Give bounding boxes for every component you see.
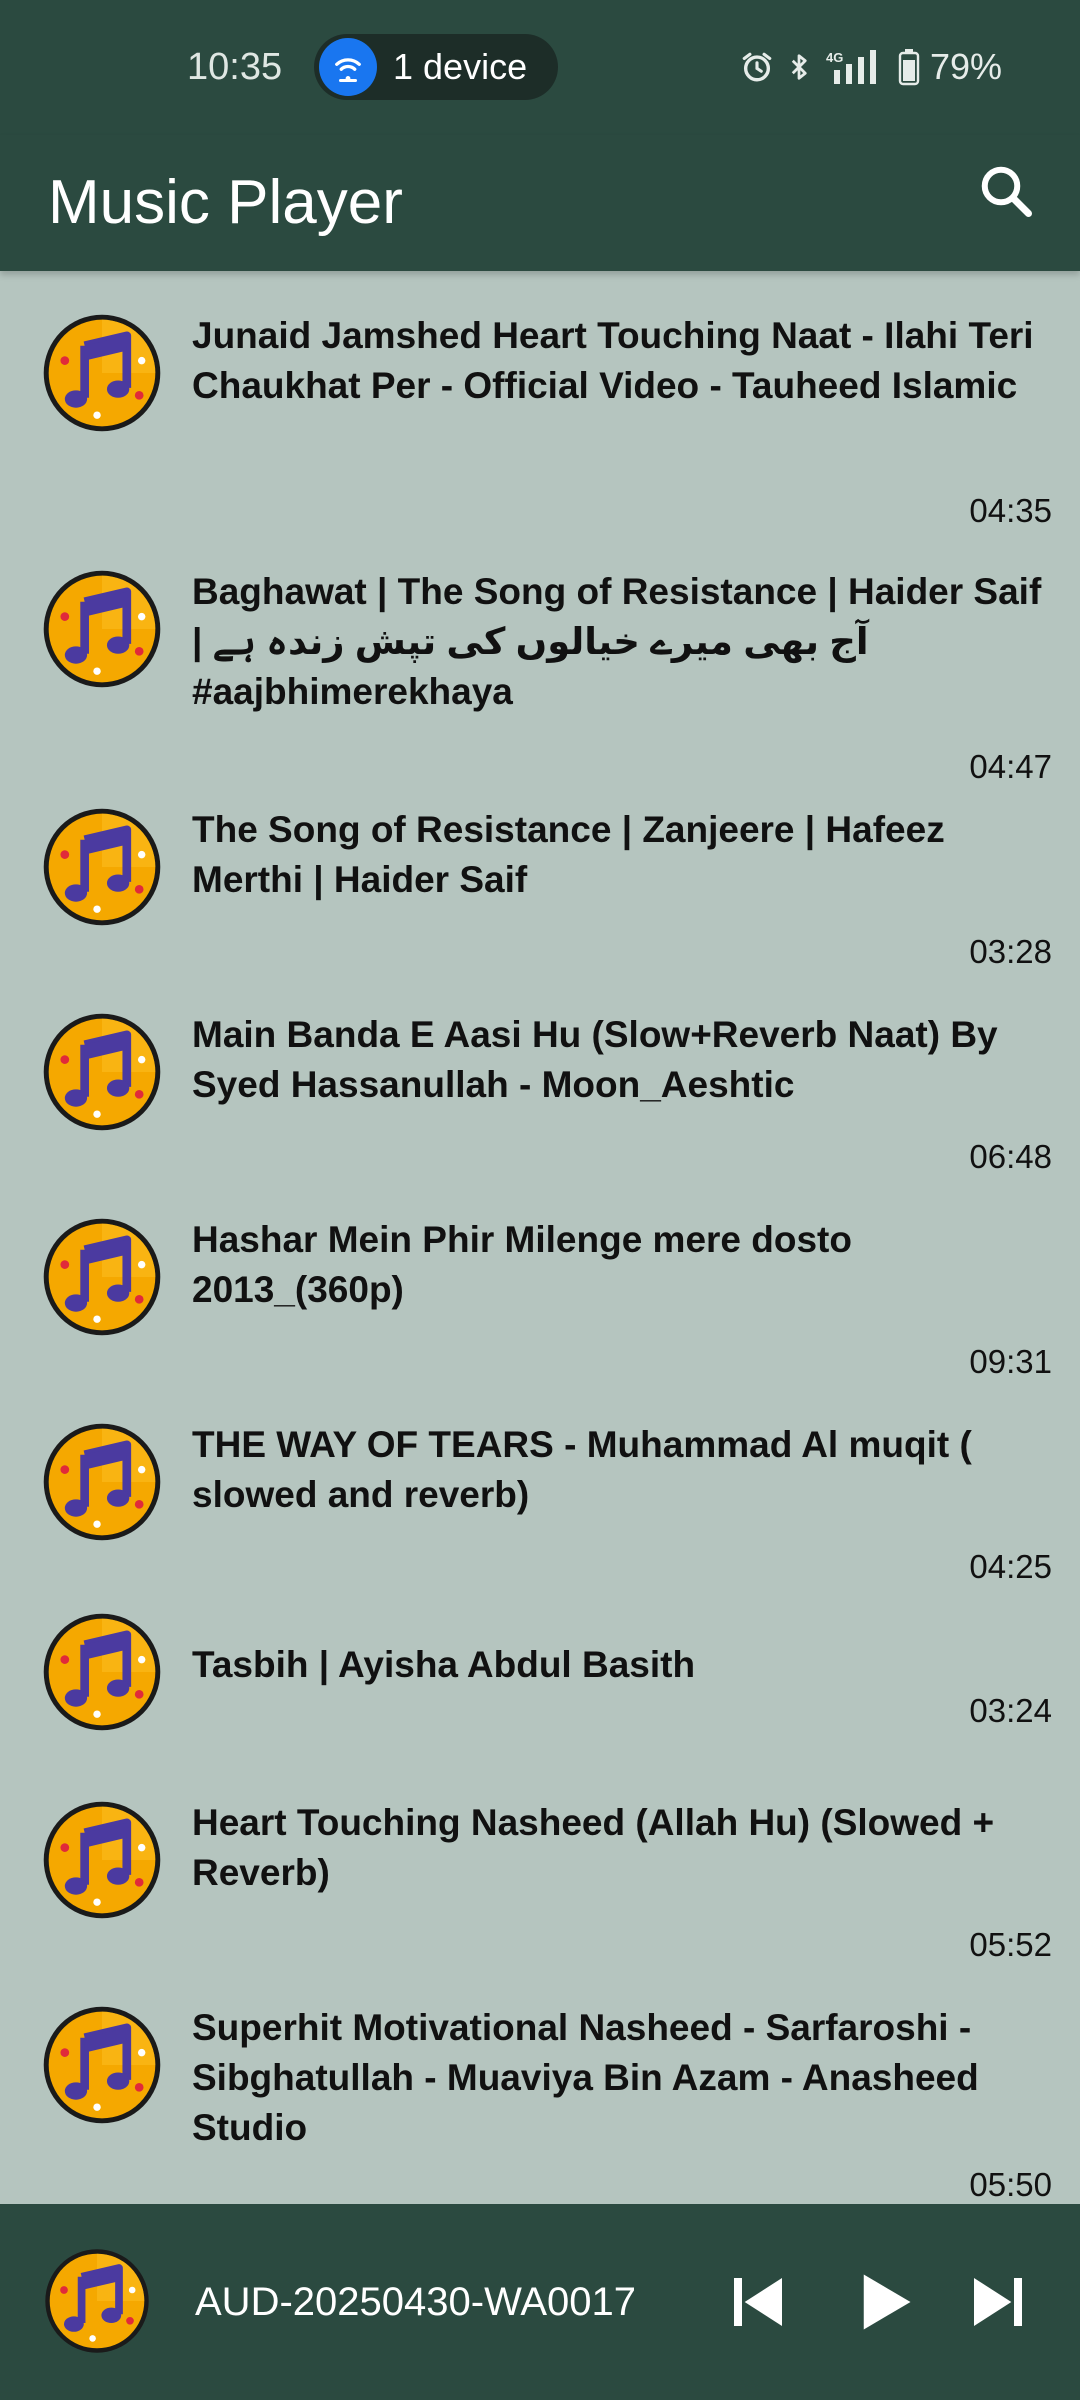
wifi-device-icon: [319, 38, 377, 96]
now-playing-bar[interactable]: AUD-20250430-WA0017: [0, 2204, 1080, 2400]
music-note-icon: [40, 567, 164, 691]
song-duration: 05:52: [969, 1926, 1052, 1963]
play-icon: [863, 2274, 911, 2330]
music-note-icon: [40, 1215, 164, 1339]
music-note-icon: [40, 311, 164, 435]
song-title: Main Banda E Aasi Hu (Slow+Reverb Naat) …: [192, 1014, 998, 1105]
song-duration: 06:48: [969, 1138, 1052, 1175]
song-title: Baghawat | The Song of Resistance | Haid…: [192, 571, 1042, 712]
song-list[interactable]: Junaid Jamshed Heart Touching Naat - Ila…: [0, 271, 1080, 2204]
song-title: Superhit Motivational Nasheed - Sarfaros…: [192, 2007, 979, 2148]
next-icon: [974, 2278, 1022, 2326]
song-title: The Song of Resistance | Zanjeere | Hafe…: [192, 809, 945, 900]
search-button[interactable]: [970, 155, 1042, 227]
previous-icon: [734, 2278, 782, 2326]
music-note-icon: [40, 1610, 164, 1734]
battery-icon: [898, 49, 920, 86]
song-title: Hashar Mein Phir Milenge mere dosto 2013…: [192, 1219, 852, 1310]
status-icons: 4G 79%: [740, 44, 1002, 90]
song-duration: 03:24: [969, 1692, 1052, 1729]
song-duration: 04:47: [969, 748, 1052, 785]
app-bar: Music Player: [0, 135, 1080, 271]
music-note-icon: [40, 2003, 164, 2127]
search-icon: [981, 166, 1032, 217]
music-note-icon: [40, 805, 164, 929]
now-playing-title: AUD-20250430-WA0017: [195, 2280, 636, 2324]
battery-percentage: 79%: [929, 46, 1002, 87]
next-button[interactable]: [958, 2262, 1038, 2342]
bluetooth-icon: [791, 54, 807, 80]
song-title: Junaid Jamshed Heart Touching Naat - Ila…: [192, 315, 1034, 406]
svg-text:4G: 4G: [826, 50, 843, 65]
song-duration: 05:50: [969, 2166, 1052, 2203]
song-duration: 04:35: [969, 492, 1052, 529]
previous-button[interactable]: [718, 2262, 798, 2342]
song-duration: 03:28: [969, 933, 1052, 970]
music-note-icon: [42, 2246, 152, 2356]
connected-devices-chip[interactable]: 1 device: [314, 34, 558, 100]
music-note-icon: [40, 1798, 164, 1922]
song-title: THE WAY OF TEARS - Muhammad Al muqit ( s…: [192, 1424, 972, 1515]
play-button[interactable]: [843, 2262, 923, 2342]
music-note-icon: [40, 1420, 164, 1544]
music-note-icon: [40, 1010, 164, 1134]
signal-4g-icon: 4G: [826, 50, 876, 84]
song-title: Tasbih | Ayisha Abdul Basith: [192, 1644, 696, 1685]
app-title: Music Player: [48, 168, 403, 237]
status-time: 10:35: [187, 46, 283, 88]
device-count-label: 1 device: [393, 46, 528, 87]
song-title: Heart Touching Nasheed (Allah Hu) (Slowe…: [192, 1802, 995, 1893]
alarm-icon: [742, 52, 772, 82]
song-duration: 09:31: [969, 1343, 1052, 1380]
status-bar: 10:35 1 device 4G 79%: [0, 0, 1080, 135]
song-duration: 04:25: [969, 1548, 1052, 1585]
